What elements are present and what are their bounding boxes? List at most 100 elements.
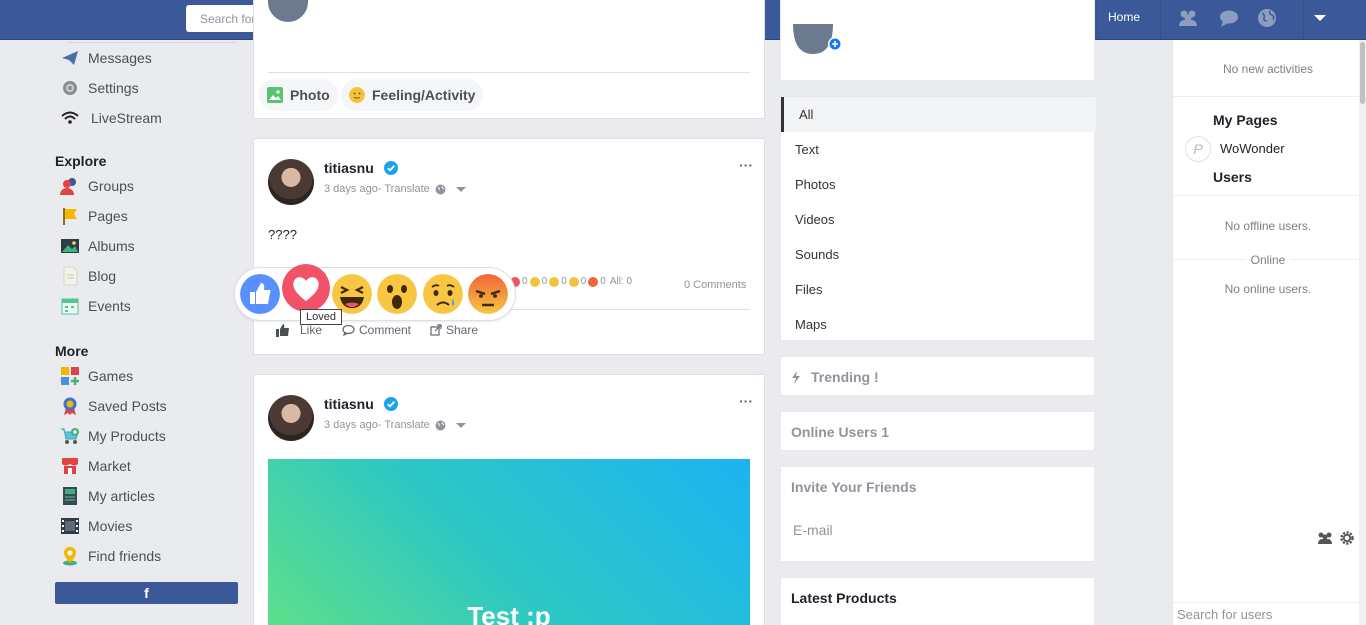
sidebar-item-find-friends[interactable]: Find friends — [60, 545, 161, 567]
photo-label: Photo — [290, 87, 330, 103]
globe-icon — [435, 184, 446, 194]
facebook-button[interactable]: f — [55, 582, 238, 604]
verified-badge-icon — [384, 397, 398, 411]
sidebar-item-groups[interactable]: Groups — [60, 175, 134, 197]
reaction-count: 0 — [541, 276, 548, 287]
lightning-icon — [792, 370, 800, 384]
dropdown-caret-icon[interactable] — [1314, 15, 1326, 21]
sad-reaction-icon[interactable] — [423, 274, 463, 314]
sidebar-item-games[interactable]: Games — [60, 365, 133, 387]
angry-reaction-icon[interactable] — [468, 274, 508, 314]
post-options-caret-icon[interactable] — [455, 186, 466, 192]
sidebar-item-my-products[interactable]: My Products — [60, 425, 166, 447]
no-offline-users-text: No offline users. — [1224, 219, 1312, 233]
globe-icon[interactable] — [1256, 7, 1278, 29]
wow-reaction-icon — [549, 276, 560, 287]
comment-button[interactable]: Comment — [342, 323, 411, 337]
sidebar-item-label: My Products — [88, 428, 166, 444]
post-options-caret-icon[interactable] — [455, 422, 466, 428]
author-avatar[interactable] — [268, 159, 314, 205]
messages-icon[interactable] — [1218, 7, 1240, 29]
divider — [1303, 0, 1304, 40]
wow-reaction-icon[interactable] — [377, 274, 417, 314]
scrollbar-thumb[interactable] — [1360, 42, 1365, 104]
filter-photos[interactable]: Photos — [781, 167, 1096, 202]
trending-title[interactable]: Trending ! — [791, 369, 879, 385]
sidebar-item-my-articles[interactable]: My articles — [60, 485, 155, 507]
ribbon-icon — [60, 396, 80, 416]
composer-avatar — [268, 0, 308, 22]
post-time[interactable]: 3 days ago — [324, 183, 378, 195]
user-avatar[interactable] — [793, 24, 845, 56]
translate-link[interactable]: - Translate — [378, 419, 430, 431]
photo-button[interactable]: Photo — [259, 79, 338, 111]
love-reaction-icon[interactable] — [282, 264, 330, 312]
post-more-icon[interactable]: ··· — [739, 157, 753, 173]
page-logo-icon[interactable]: P — [1185, 136, 1211, 162]
filter-text[interactable]: Text — [781, 132, 1096, 167]
haha-reaction-icon[interactable] — [332, 274, 372, 314]
map-pin-icon — [60, 546, 80, 566]
post-image-text: Test :p — [467, 601, 551, 625]
sidebar-item-livestream[interactable]: LiveStream — [60, 107, 162, 129]
feeling-activity-button[interactable]: Feeling/Activity — [341, 79, 484, 111]
gear-icon — [60, 78, 80, 98]
filter-files[interactable]: Files — [781, 272, 1096, 307]
post-more-icon[interactable]: ··· — [739, 393, 753, 409]
sidebar-item-messages[interactable]: Messages — [60, 47, 152, 69]
post-text: ???? — [268, 227, 297, 242]
filter-all[interactable]: All — [781, 97, 1096, 132]
invite-title: Invite Your Friends — [791, 479, 917, 495]
post-time[interactable]: 3 days ago — [324, 419, 378, 431]
scrollbar[interactable] — [1359, 40, 1366, 625]
sidebar-item-label: Blog — [88, 268, 117, 284]
sidebar-item-albums[interactable]: Albums — [60, 235, 135, 257]
filter-videos[interactable]: Videos — [781, 202, 1096, 237]
sidebar-item-movies[interactable]: Movies — [60, 515, 132, 537]
email-field[interactable]: E-mail — [793, 522, 833, 538]
online-users-widget: Online Users 1 — [780, 411, 1095, 451]
photo-icon — [267, 87, 283, 103]
home-link[interactable]: Home — [1108, 10, 1140, 24]
filter-maps[interactable]: Maps — [781, 307, 1096, 342]
sidebar-item-label: Albums — [88, 238, 135, 254]
filter-sounds[interactable]: Sounds — [781, 237, 1096, 272]
no-online-users-text: No online users. — [1224, 282, 1312, 296]
sidebar-item-label: Games — [88, 368, 134, 384]
friends-icon[interactable] — [1177, 7, 1199, 29]
sidebar-item-blog[interactable]: Blog — [60, 265, 116, 287]
friends-icon[interactable] — [1317, 531, 1333, 545]
like-button[interactable]: Like — [276, 323, 322, 337]
gear-icon[interactable] — [1340, 531, 1354, 545]
sidebar-item-label: Pages — [88, 208, 128, 224]
all-reactions-count: All: 0 — [609, 276, 633, 287]
flag-icon — [60, 206, 80, 226]
author-name[interactable]: titiasnu — [324, 396, 374, 412]
post-meta: 3 days ago - Translate — [324, 183, 466, 195]
reaction-counts[interactable]: 0 0 0 0 0 All: 0 — [510, 276, 632, 287]
comment-label: Comment — [359, 323, 412, 337]
online-users-title[interactable]: Online Users 1 — [791, 424, 889, 440]
comment-icon — [342, 324, 355, 336]
sidebar-item-label: Settings — [88, 80, 139, 96]
share-button[interactable]: Share — [430, 323, 478, 337]
like-reaction-icon[interactable] — [240, 274, 280, 314]
page-link-wowonder[interactable]: WoWonder — [1220, 141, 1285, 156]
author-name[interactable]: titiasnu — [324, 160, 374, 176]
sidebar-item-saved-posts[interactable]: Saved Posts — [60, 395, 167, 417]
sidebar-item-label: Movies — [88, 518, 133, 534]
reaction-count: 0 — [580, 276, 587, 287]
sidebar-item-settings[interactable]: Settings — [60, 77, 139, 99]
post-colored-background: Test :p — [268, 459, 750, 625]
search-users-input[interactable] — [1173, 602, 1363, 625]
angry-reaction-icon — [588, 276, 599, 287]
comments-count[interactable]: 0 Comments — [684, 279, 746, 291]
sidebar-item-events[interactable]: Events — [60, 295, 131, 317]
my-pages-heading: My Pages — [1213, 112, 1278, 128]
sidebar-item-market[interactable]: Market — [60, 455, 131, 477]
sidebar-item-pages[interactable]: Pages — [60, 205, 128, 227]
translate-link[interactable]: - Translate — [378, 183, 430, 195]
sidebar-item-label: Events — [88, 298, 131, 314]
author-avatar[interactable] — [268, 395, 314, 441]
grid-icon — [60, 366, 80, 386]
